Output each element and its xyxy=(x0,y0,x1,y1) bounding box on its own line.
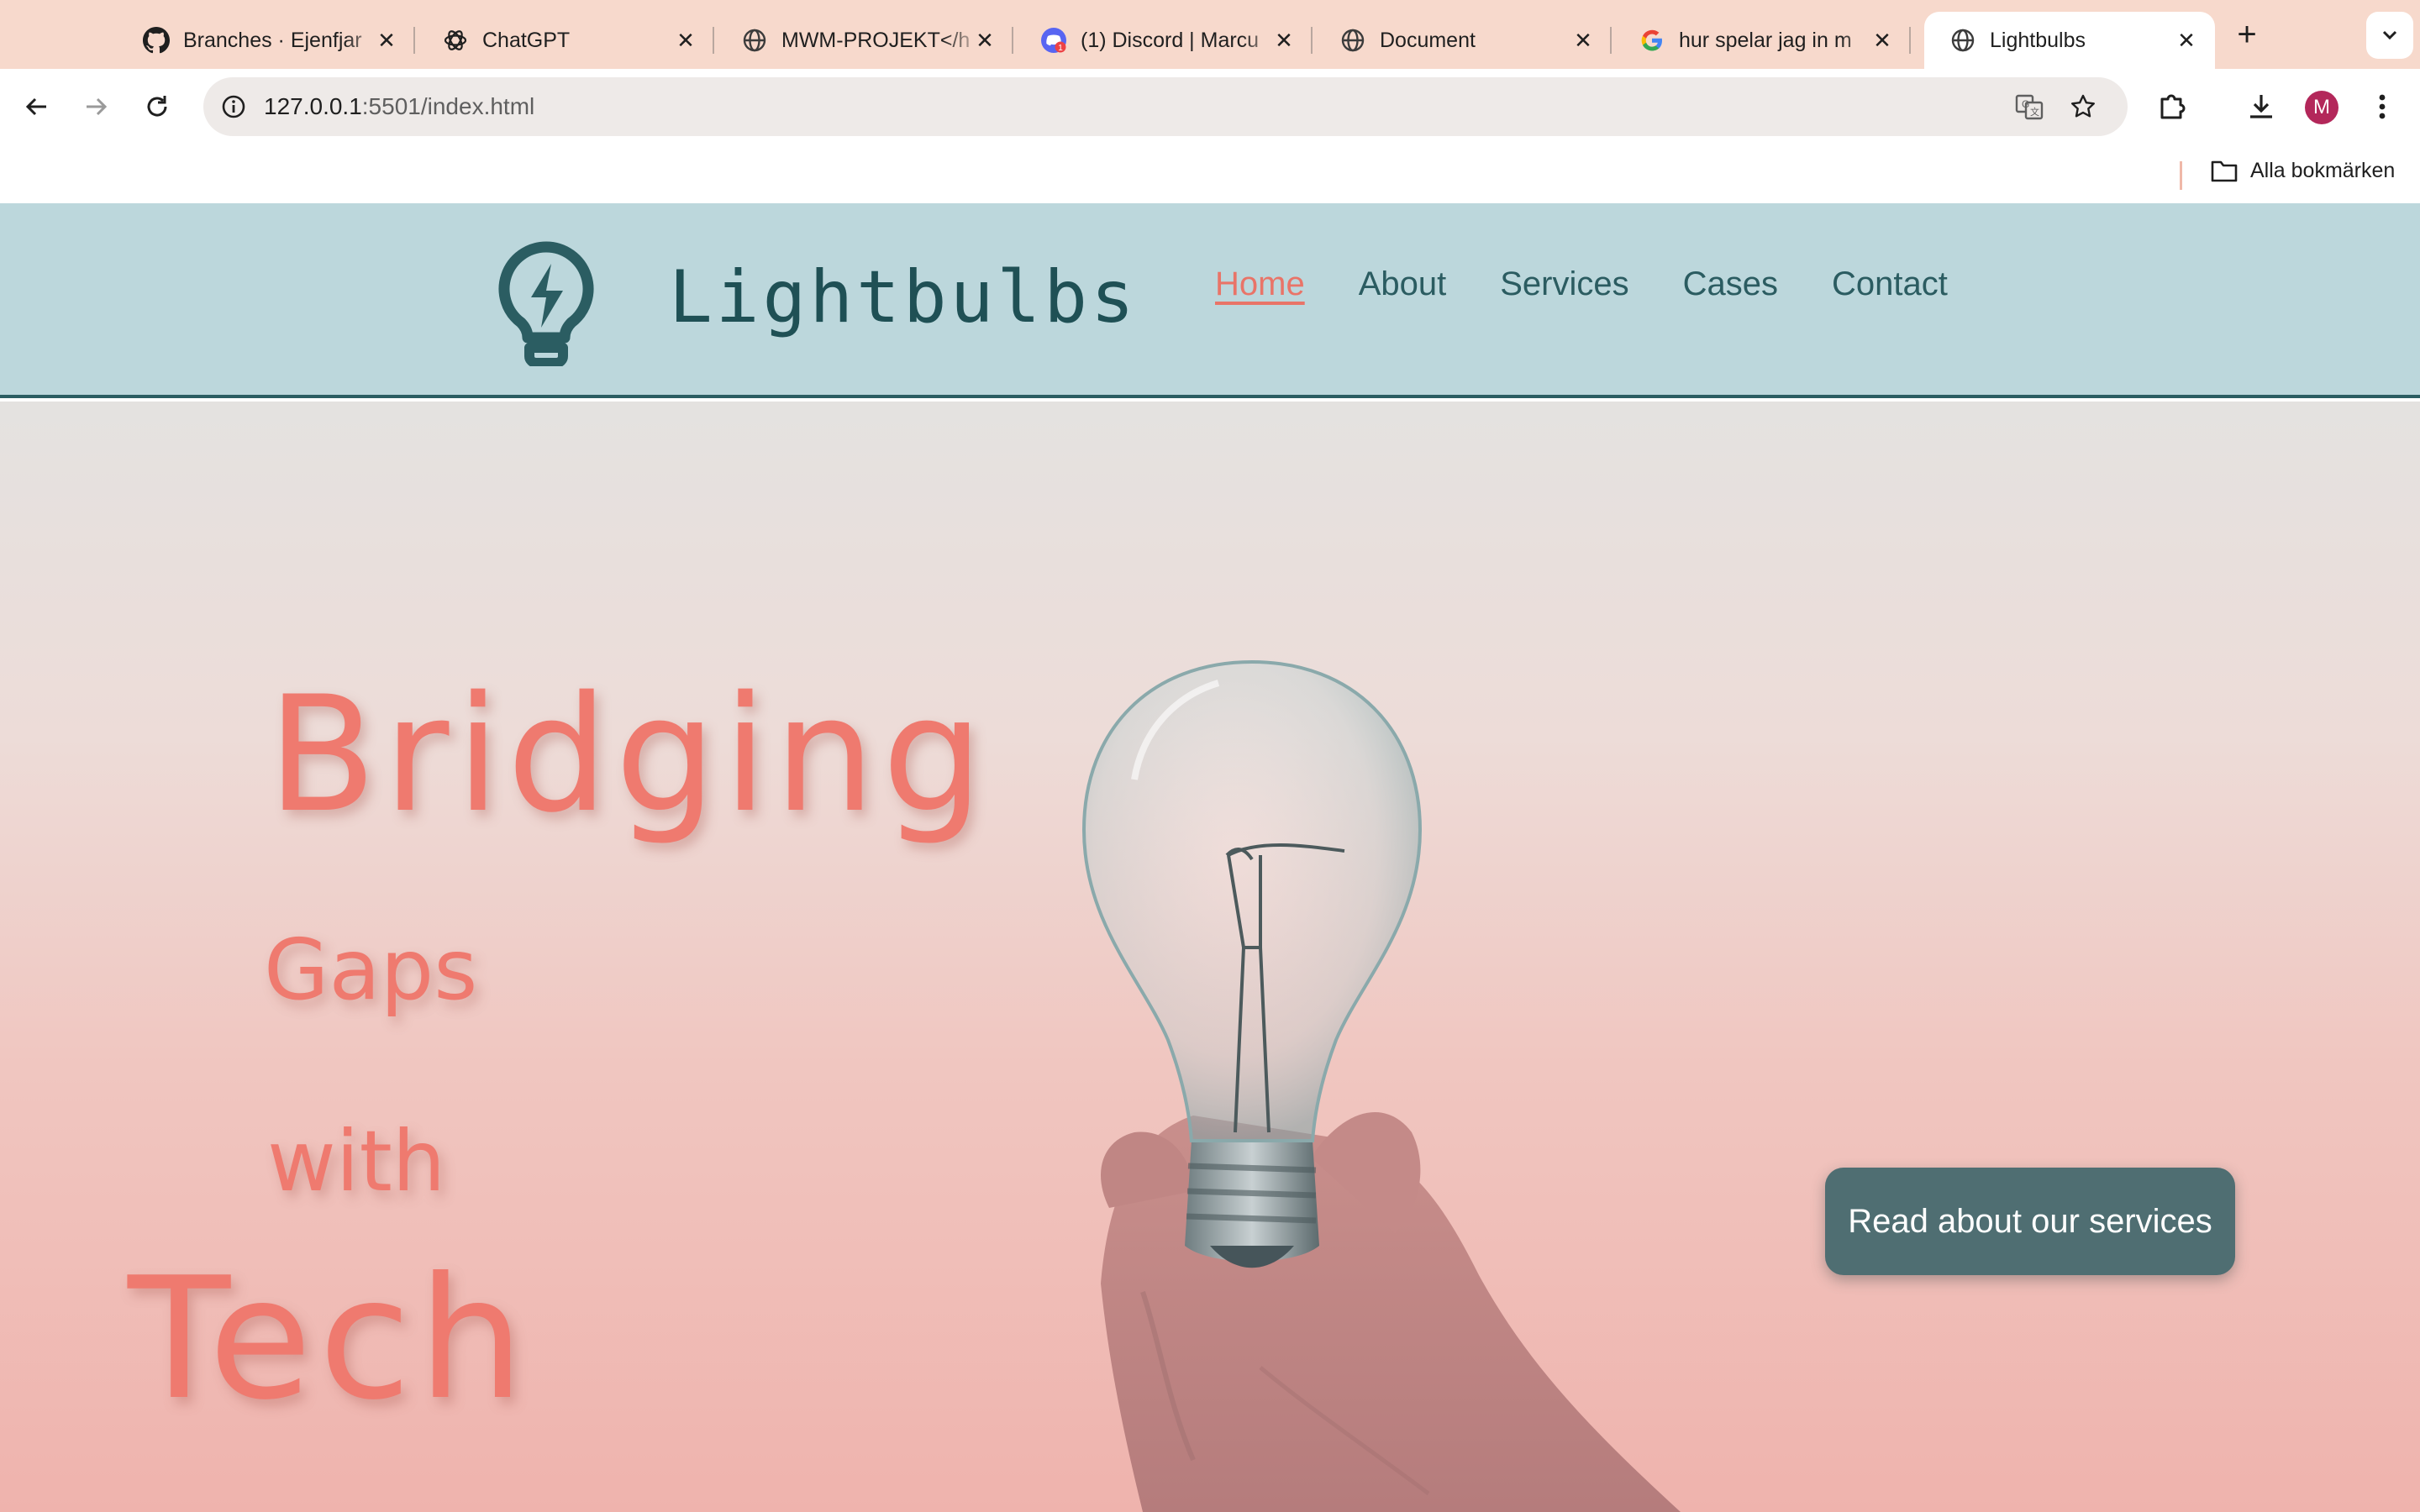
nav-about[interactable]: About xyxy=(1359,265,1447,303)
profile-avatar[interactable]: M xyxy=(2305,91,2338,124)
tab-separator xyxy=(713,27,714,54)
all-bookmarks-label: Alla bokmärken xyxy=(2250,158,2396,182)
site-header: Lightbulbs Home About Services Cases Con… xyxy=(0,203,2420,398)
google-icon xyxy=(1639,27,1665,54)
github-icon xyxy=(143,27,170,54)
hero-word-bridging: Bridging xyxy=(267,662,991,848)
tab-discord[interactable]: 1 (1) Discord | Marcu ✕ xyxy=(1015,12,1313,69)
lightbulb-logo-icon[interactable] xyxy=(497,240,595,366)
tab-strip: Branches · Ejenfjar ✕ ChatGPT ✕ MWM-PROJ… xyxy=(0,0,2420,69)
close-tab-icon[interactable]: ✕ xyxy=(1571,29,1595,52)
browser-toolbar: 127.0.0.1:5501/index.html G文 M xyxy=(0,69,2420,144)
close-tab-icon[interactable]: ✕ xyxy=(973,29,997,52)
globe-icon xyxy=(741,27,768,54)
reload-button[interactable] xyxy=(138,87,176,126)
discord-icon: 1 xyxy=(1040,27,1067,54)
all-bookmarks-button[interactable]: Alla bokmärken xyxy=(2210,158,2395,183)
svg-text:文: 文 xyxy=(2030,106,2039,118)
tab-document[interactable]: Document ✕ xyxy=(1314,12,1612,69)
hero-word-with: with xyxy=(267,1112,446,1210)
chevron-down-icon xyxy=(2382,30,2397,40)
puzzle-icon xyxy=(2160,94,2186,119)
tab-search-button[interactable] xyxy=(2366,12,2413,59)
svg-text:G: G xyxy=(2022,98,2029,110)
tab-mwm-projekt[interactable]: MWM-PROJEKT</h ✕ xyxy=(716,12,1013,69)
nav-contact[interactable]: Contact xyxy=(1832,265,1948,303)
download-icon xyxy=(2250,95,2272,118)
tab-chatgpt[interactable]: ChatGPT ✕ xyxy=(417,12,714,69)
tab-title: Document xyxy=(1380,28,1476,52)
tab-google-search[interactable]: hur spelar jag in m ✕ xyxy=(1613,12,1911,69)
bookmarks-bar: Alla bokmärken xyxy=(0,144,2420,203)
tab-separator xyxy=(413,27,415,54)
main-nav: Home About Services Cases Contact xyxy=(1215,265,2002,303)
hero-section: Bridging Gaps with Tech Read about our s… xyxy=(0,402,2420,1512)
close-tab-icon[interactable]: ✕ xyxy=(2175,29,2198,52)
arrow-right-icon xyxy=(87,97,108,116)
nav-home[interactable]: Home xyxy=(1215,265,1305,303)
reload-icon xyxy=(147,96,167,117)
site-brand[interactable]: Lightbulbs xyxy=(669,255,1138,339)
nav-cases[interactable]: Cases xyxy=(1683,265,1778,303)
folder-icon xyxy=(2211,160,2238,182)
downloads-button[interactable] xyxy=(2242,87,2281,126)
tab-github-branches[interactable]: Branches · Ejenfjar ✕ xyxy=(118,12,415,69)
tab-separator xyxy=(1012,27,1013,54)
tab-title: (1) Discord | Marcu xyxy=(1081,28,1260,52)
globe-icon xyxy=(1339,27,1366,54)
translate-icon[interactable]: G文 xyxy=(2012,89,2047,124)
read-services-button[interactable]: Read about our services xyxy=(1825,1168,2235,1275)
svg-text:1: 1 xyxy=(1058,44,1063,53)
nav-services[interactable]: Services xyxy=(1500,265,1628,303)
bookmark-star-icon[interactable] xyxy=(2065,89,2101,124)
tab-separator xyxy=(1909,27,1911,54)
extensions-button[interactable] xyxy=(2153,87,2191,126)
tab-title: ChatGPT xyxy=(482,28,571,52)
browser-menu-button[interactable] xyxy=(2363,87,2402,126)
hero-word-gaps: Gaps xyxy=(264,921,478,1019)
close-tab-icon[interactable]: ✕ xyxy=(1272,29,1296,52)
forward-button[interactable] xyxy=(77,87,116,126)
tab-lightbulbs[interactable]: Lightbulbs ✕ xyxy=(1924,12,2215,69)
close-tab-icon[interactable]: ✕ xyxy=(674,29,697,52)
info-icon[interactable] xyxy=(215,88,252,125)
url-text: 127.0.0.1:5501/index.html xyxy=(264,93,535,119)
tab-separator xyxy=(1610,27,1612,54)
close-tab-icon[interactable]: ✕ xyxy=(1870,29,1894,52)
back-button[interactable] xyxy=(17,87,55,126)
web-page: Lightbulbs Home About Services Cases Con… xyxy=(0,203,2420,1512)
arrow-left-icon xyxy=(25,97,46,116)
chatgpt-icon xyxy=(442,27,469,54)
tab-title: hur spelar jag in m xyxy=(1679,28,1852,52)
tab-title: MWM-PROJEKT</h xyxy=(781,28,971,52)
tab-title: Lightbulbs xyxy=(1990,28,2086,52)
bookmarks-separator xyxy=(2180,161,2182,190)
tab-title: Branches · Ejenfjar xyxy=(183,28,362,52)
close-tab-icon[interactable]: ✕ xyxy=(375,29,398,52)
hero-word-tech: Tech xyxy=(128,1242,531,1437)
kebab-menu-icon xyxy=(2379,94,2386,119)
tab-separator xyxy=(1311,27,1313,54)
address-bar[interactable]: 127.0.0.1:5501/index.html G文 xyxy=(203,77,2128,136)
new-tab-button[interactable]: + xyxy=(2227,15,2267,55)
globe-icon xyxy=(1949,27,1976,54)
